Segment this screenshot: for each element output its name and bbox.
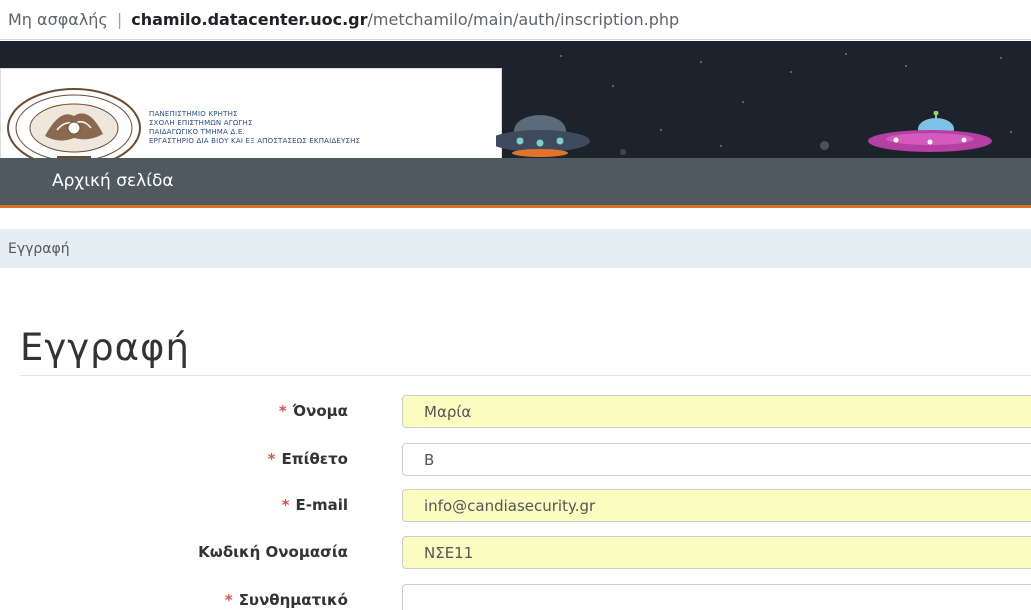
- title-divider: [20, 375, 1031, 376]
- security-indicator[interactable]: Μη ασφαλής: [8, 10, 108, 29]
- form-row-email: * E-mail: [0, 489, 1031, 523]
- page-title: Εγγραφή: [20, 326, 190, 369]
- url-host[interactable]: chamilo.datacenter.uoc.gr: [131, 10, 367, 29]
- ufo-right-illustration: [868, 111, 992, 152]
- form-row-password: * Συνθηματικό: [0, 584, 1031, 610]
- username-input[interactable]: [402, 536, 1031, 569]
- form-row-last-name: * Επίθετο: [0, 443, 1031, 477]
- university-seal-icon: [7, 88, 141, 158]
- email-input[interactable]: [402, 489, 1031, 522]
- first-name-input[interactable]: [402, 395, 1031, 428]
- required-marker: *: [278, 402, 287, 420]
- ufo-left-illustration: [496, 115, 590, 157]
- main-navbar: Αρχική σελίδα: [0, 158, 1031, 208]
- site-banner: ΠΑΝΕΠΙΣΤΗΜΙΟ ΚΡΗΤΗΣ ΣΧΟΛΗ ΕΠΙΣΤΗΜΩΝ ΑΓΩΓ…: [0, 41, 1031, 158]
- logo-text: ΠΑΝΕΠΙΣΤΗΜΙΟ ΚΡΗΤΗΣ ΣΧΟΛΗ ΕΠΙΣΤΗΜΩΝ ΑΓΩΓ…: [149, 110, 361, 145]
- password-label: * Συνθηματικό: [224, 591, 348, 609]
- form-row-first-name: * Όνομα: [0, 395, 1031, 429]
- breadcrumb: Εγγραφή: [0, 229, 1031, 268]
- url-separator: |: [116, 10, 123, 29]
- last-name-input[interactable]: [402, 443, 1031, 476]
- nav-home-link[interactable]: Αρχική σελίδα: [52, 171, 174, 191]
- required-marker: *: [267, 450, 276, 468]
- breadcrumb-current: Εγγραφή: [8, 240, 70, 257]
- username-label: Κωδική Ονομασία: [198, 543, 348, 561]
- form-row-username: Κωδική Ονομασία: [0, 536, 1031, 570]
- required-marker: *: [281, 496, 290, 514]
- password-input[interactable]: [402, 584, 1031, 610]
- last-name-label: * Επίθετο: [267, 450, 348, 468]
- url-path[interactable]: /metchamilo/main/auth/inscription.php: [368, 10, 680, 29]
- address-bar[interactable]: Μη ασφαλής | chamilo.datacenter.uoc.gr /…: [0, 0, 1031, 40]
- email-label: * E-mail: [281, 496, 348, 514]
- required-marker: *: [224, 591, 233, 609]
- first-name-label: * Όνομα: [278, 402, 348, 420]
- university-logo[interactable]: ΠΑΝΕΠΙΣΤΗΜΙΟ ΚΡΗΤΗΣ ΣΧΟΛΗ ΕΠΙΣΤΗΜΩΝ ΑΓΩΓ…: [0, 68, 502, 158]
